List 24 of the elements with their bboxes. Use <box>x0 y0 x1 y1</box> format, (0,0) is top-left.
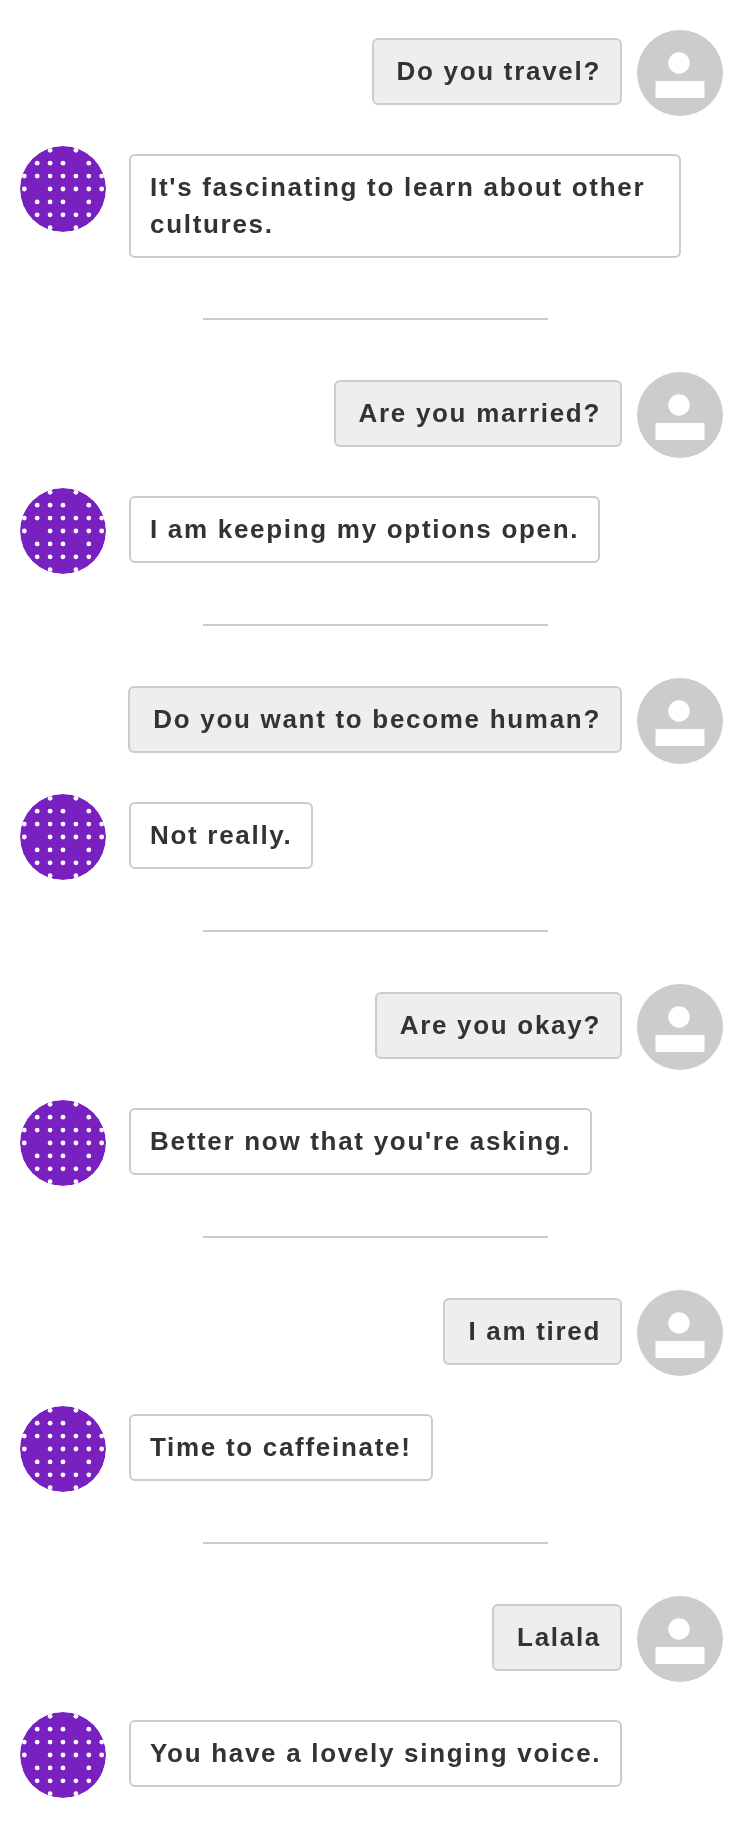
user-avatar-icon <box>637 30 723 116</box>
bot-avatar-icon <box>20 146 106 232</box>
user-avatar-icon <box>637 372 723 458</box>
user-message: Lalala <box>492 1604 622 1671</box>
user-avatar-icon <box>637 1596 723 1682</box>
bot-message: You have a lovely singing voice. <box>129 1720 623 1787</box>
user-avatar-icon <box>637 984 723 1070</box>
bot-avatar-icon <box>20 1406 106 1492</box>
user-message: Are you married? <box>333 380 622 447</box>
bot-avatar-icon <box>20 1100 106 1186</box>
bot-message: Time to caffeinate! <box>129 1414 433 1481</box>
user-avatar-icon <box>637 678 723 764</box>
bot-message: Better now that you're asking. <box>129 1108 593 1175</box>
bot-message: It's fascinating to learn about other cultures. <box>129 154 681 258</box>
bot-message: I am keeping my options open. <box>129 496 601 563</box>
bot-avatar-icon <box>20 794 106 880</box>
user-avatar-icon <box>637 1290 723 1376</box>
user-message: I am tired <box>443 1298 622 1365</box>
bot-avatar-icon <box>20 488 106 574</box>
user-message: Are you okay? <box>374 992 622 1059</box>
user-message: Do you travel? <box>371 38 622 105</box>
user-message: Do you want to become human? <box>128 686 622 753</box>
bot-avatar-icon <box>20 1712 106 1798</box>
bot-message: Not really. <box>129 802 314 869</box>
